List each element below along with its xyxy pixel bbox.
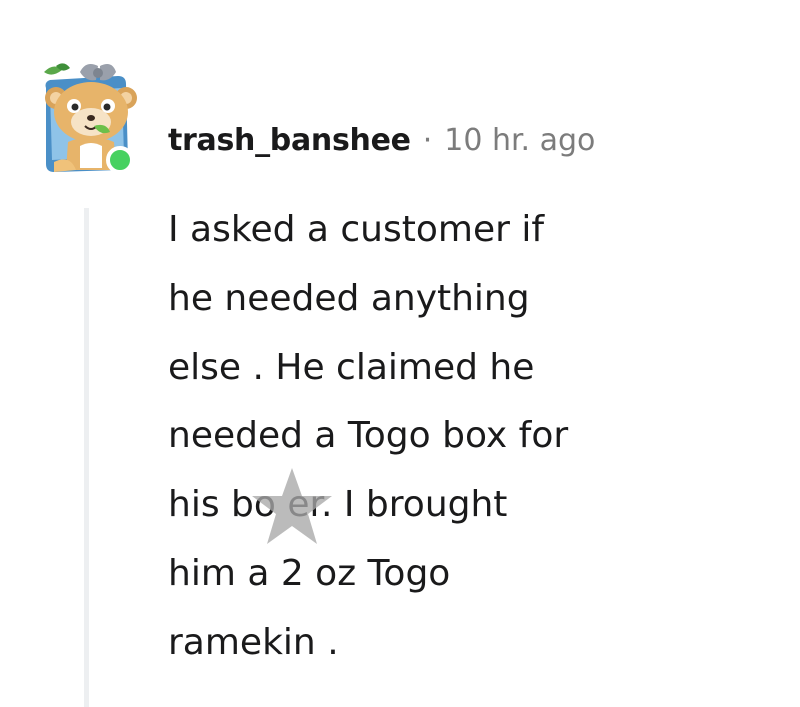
comment-body-line: he needed anything [168, 277, 530, 319]
meta-separator: · [422, 122, 433, 158]
comment-body-line: him a 2 oz Togo [168, 552, 451, 594]
comment-meta: trash_banshee · 10 hr. ago [168, 118, 595, 162]
comment-body: I asked a customer if he needed anything… [168, 196, 728, 678]
thread-collapse-line[interactable] [84, 208, 89, 707]
star-watermark-icon [252, 468, 332, 544]
avatar[interactable] [40, 58, 144, 182]
author-username[interactable]: trash_banshee [168, 123, 411, 158]
online-status-dot [106, 146, 134, 174]
comment-body-line: needed a Togo box for [168, 415, 569, 457]
comment: trash_banshee · 10 hr. ago I asked a cus… [0, 0, 800, 707]
comment-timestamp[interactable]: 10 hr. ago [444, 123, 595, 158]
comment-body-line: ramekin . [168, 621, 339, 663]
comment-body-line: else . He claimed he [168, 346, 535, 388]
comment-body-line: I asked a customer if [168, 209, 545, 250]
